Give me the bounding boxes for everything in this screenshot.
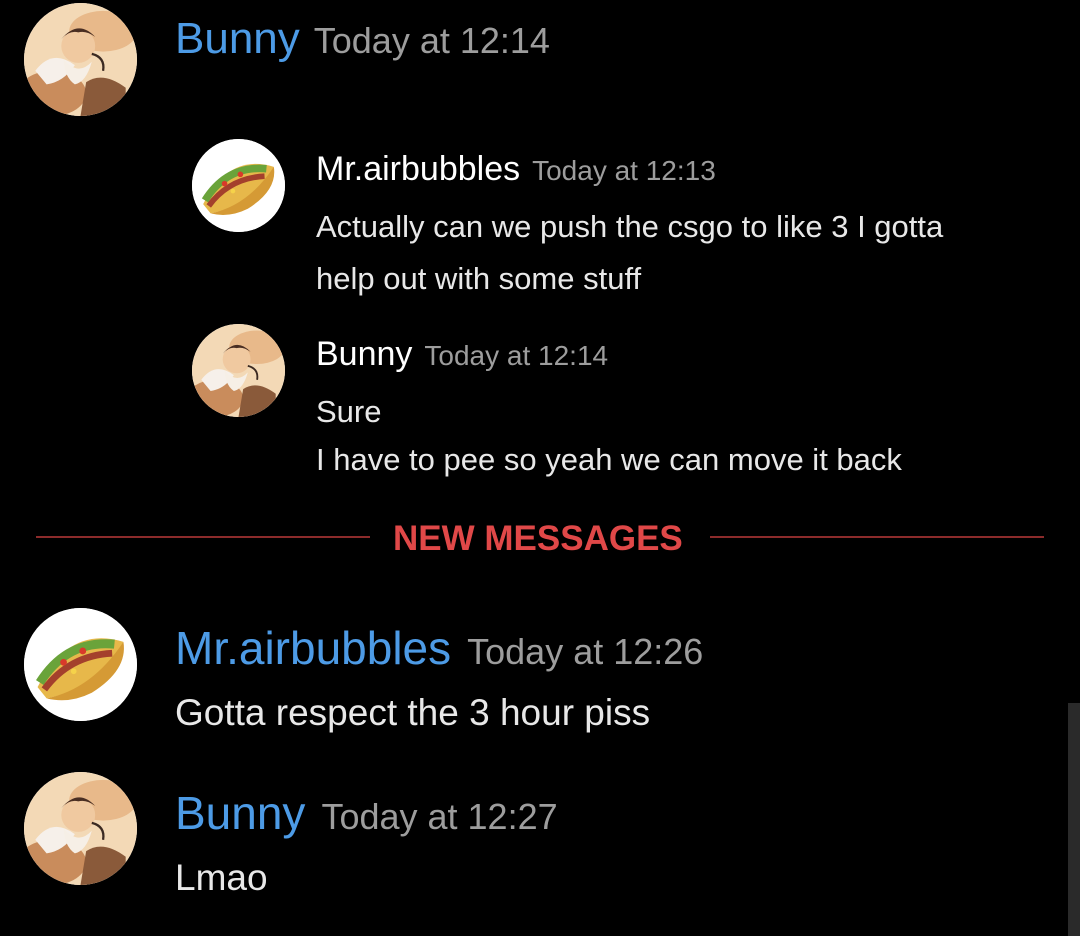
scrollbar[interactable]	[1068, 703, 1080, 936]
message-header: Bunny Today at 12:14	[175, 14, 550, 64]
quoted-text-line: help out with some stuff	[316, 261, 642, 296]
message-header: Bunny Today at 12:27	[175, 786, 558, 840]
quoted-text-line: Sure	[316, 394, 382, 429]
bunny-avatar-icon[interactable]	[24, 772, 137, 885]
message-header: Mr.airbubbles Today at 12:26	[175, 621, 703, 675]
taco-avatar-icon[interactable]	[192, 139, 285, 232]
author-name[interactable]: Mr.airbubbles	[175, 622, 451, 674]
bunny-avatar-icon[interactable]	[24, 3, 137, 116]
timestamp: Today at 12:27	[321, 796, 558, 837]
quoted-timestamp: Today at 12:14	[424, 340, 609, 371]
quoted-text-line: Actually can we push the csgo to like 3 …	[316, 209, 944, 244]
timestamp: Today at 12:14	[313, 20, 550, 61]
quoted-text-line: I have to pee so yeah we can move it bac…	[316, 442, 902, 477]
message-text: Lmao	[175, 857, 268, 898]
quoted-timestamp: Today at 12:13	[532, 155, 716, 186]
quoted-header: Bunny Today at 12:14	[316, 335, 608, 374]
new-messages-label: NEW MESSAGES	[393, 519, 683, 558]
quoted-author-name[interactable]: Bunny	[316, 335, 412, 373]
new-messages-divider-line	[710, 536, 1044, 538]
author-name[interactable]: Bunny	[175, 787, 305, 839]
author-name[interactable]: Bunny	[175, 14, 300, 63]
message-text: Gotta respect the 3 hour piss	[175, 692, 651, 733]
timestamp: Today at 12:26	[467, 631, 704, 672]
quoted-author-name[interactable]: Mr.airbubbles	[316, 150, 520, 188]
taco-avatar-icon[interactable]	[24, 608, 137, 721]
quoted-header: Mr.airbubbles Today at 12:13	[316, 150, 716, 189]
new-messages-divider-line	[36, 536, 370, 538]
bunny-avatar-icon[interactable]	[192, 324, 285, 417]
